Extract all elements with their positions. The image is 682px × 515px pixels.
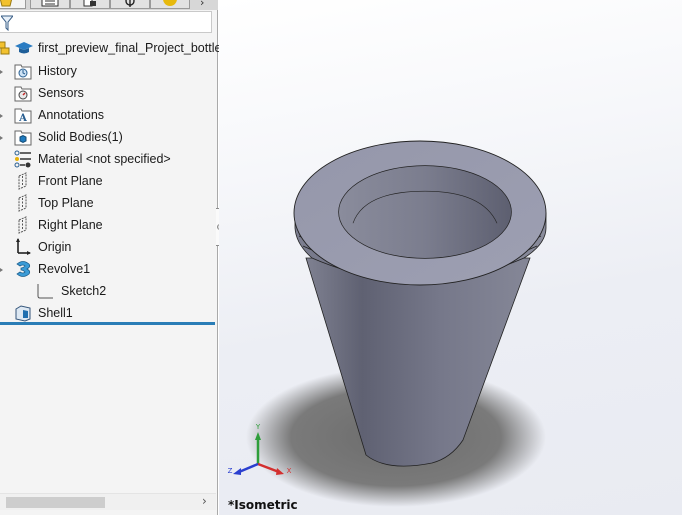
tree-item-revolve1[interactable]: Revolve1 bbox=[0, 258, 214, 280]
tree-item-material[interactable]: Material <not specified> bbox=[0, 148, 214, 170]
tree-item-sketch2[interactable]: Sketch2 bbox=[0, 280, 214, 302]
graduation-cap-icon bbox=[15, 42, 33, 54]
material-icon bbox=[14, 150, 31, 168]
expand-arrow-icon[interactable] bbox=[0, 268, 4, 272]
x-axis-arrow bbox=[257, 462, 280, 474]
view-orientation-label: *Isometric bbox=[228, 498, 298, 512]
sensors-folder-icon bbox=[14, 86, 32, 102]
tree-item-origin[interactable]: Origin bbox=[0, 236, 214, 258]
appearance-icon bbox=[163, 0, 177, 6]
tree-item-label: Material <not specified> bbox=[38, 152, 171, 166]
tree-item-front-plane[interactable]: Front Plane bbox=[0, 170, 214, 192]
featuremanager-tab-bar: › bbox=[0, 0, 218, 10]
plane-icon bbox=[18, 216, 27, 234]
tree-item-label: Top Plane bbox=[38, 196, 94, 210]
expand-arrow-icon[interactable] bbox=[0, 70, 4, 74]
x-axis-arrowhead bbox=[276, 468, 284, 475]
part-icon bbox=[0, 0, 13, 7]
property-list-icon bbox=[41, 0, 59, 7]
scroll-right-chevron-icon[interactable]: › bbox=[202, 494, 207, 508]
part-root-icon bbox=[0, 41, 10, 55]
tree-item-top-plane[interactable]: Top Plane bbox=[0, 192, 214, 214]
tree-item-label: Annotations bbox=[38, 108, 105, 122]
tree-item-label: Revolve1 bbox=[38, 262, 91, 276]
filter-icon bbox=[1, 15, 13, 31]
dimxpert-icon bbox=[125, 0, 135, 7]
y-axis-label: Y bbox=[255, 423, 261, 431]
tree-item-label: Right Plane bbox=[38, 218, 103, 232]
revolve-icon bbox=[16, 261, 31, 277]
configuration-icon bbox=[83, 0, 96, 7]
tree-filter-field[interactable] bbox=[0, 11, 212, 33]
expand-arrow-icon[interactable] bbox=[0, 136, 4, 140]
bottle-opening-inner bbox=[338, 165, 512, 259]
configurationmanager-tab[interactable] bbox=[70, 0, 110, 9]
tree-item-label: Sensors bbox=[38, 86, 84, 100]
tree-item-label: Front Plane bbox=[38, 174, 103, 188]
tree-item-part-root[interactable]: first_preview_final_Project_bottle_ bbox=[0, 37, 228, 59]
sketch-icon bbox=[37, 284, 53, 299]
graphics-area[interactable]: Y X Z *Isometric bbox=[219, 0, 682, 515]
annotations-folder-icon: A bbox=[14, 108, 32, 124]
tree-item-solid-bodies[interactable]: Solid Bodies(1) bbox=[0, 126, 214, 148]
tree-item-label: History bbox=[38, 64, 77, 78]
featuremanager-tab[interactable] bbox=[0, 0, 26, 9]
horizontal-scrollbar[interactable]: › bbox=[0, 493, 216, 510]
tree-item-sensors[interactable]: Sensors bbox=[0, 82, 214, 104]
tree-item-annotations[interactable]: A Annotations bbox=[0, 104, 214, 126]
tree-item-label: Sketch2 bbox=[61, 284, 107, 298]
solid-bodies-folder-icon bbox=[14, 130, 32, 146]
part-name-label: first_preview_final_Project_bottle_ bbox=[38, 41, 229, 55]
svg-text:A: A bbox=[18, 113, 27, 124]
orientation-triad: Y X Z bbox=[228, 423, 292, 475]
rollback-bar[interactable] bbox=[0, 322, 215, 325]
z-axis-arrowhead bbox=[233, 468, 241, 475]
shell-icon bbox=[15, 305, 31, 322]
tree-item-label: Origin bbox=[38, 240, 72, 254]
featuremanager-panel: › first_preview_final_Project_bottle_ Hi… bbox=[0, 0, 228, 515]
plane-icon bbox=[18, 194, 27, 212]
z-axis-label: Z bbox=[228, 467, 233, 475]
z-axis-arrow bbox=[238, 462, 259, 474]
dimxpert-tab[interactable] bbox=[110, 0, 150, 9]
scrollbar-thumb[interactable] bbox=[6, 497, 105, 508]
tree-item-right-plane[interactable]: Right Plane bbox=[0, 214, 214, 236]
x-axis-label: X bbox=[287, 467, 292, 475]
tree-item-label: Shell1 bbox=[38, 306, 73, 320]
tree-item-shell1[interactable]: Shell1 bbox=[0, 302, 214, 324]
history-folder-icon bbox=[14, 64, 32, 80]
y-axis-arrowhead bbox=[255, 432, 261, 440]
more-tabs-chevron-icon[interactable]: › bbox=[200, 0, 204, 9]
plane-icon bbox=[18, 172, 27, 190]
origin-icon bbox=[16, 238, 31, 255]
tree-item-history[interactable]: History bbox=[0, 60, 214, 82]
tree-item-label: Solid Bodies(1) bbox=[38, 130, 123, 144]
propertymanager-tab[interactable] bbox=[30, 0, 70, 9]
expand-arrow-icon[interactable] bbox=[0, 114, 4, 118]
display-manager-tab[interactable] bbox=[150, 0, 190, 9]
